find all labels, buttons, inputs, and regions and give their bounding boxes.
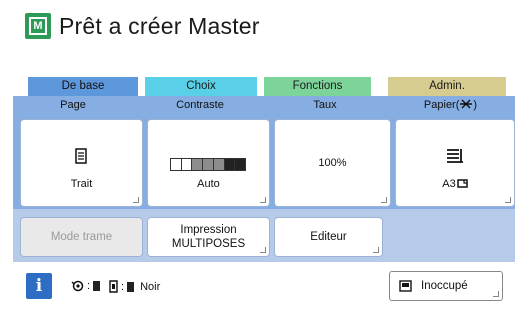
page-value: Trait xyxy=(70,178,93,190)
tab-choix[interactable]: Choix xyxy=(145,77,257,96)
info-button[interactable]: i xyxy=(26,273,52,299)
screen: M Prêt a créer Master De base Choix Fonc… xyxy=(0,0,517,316)
stack-icon xyxy=(447,149,463,163)
tab-de-base[interactable]: De base xyxy=(28,77,138,96)
page-label: Page xyxy=(60,99,86,111)
papier-label-suffix: ) xyxy=(473,99,478,111)
master-icon: M xyxy=(25,13,51,39)
contraste-value: Auto xyxy=(197,178,220,190)
taux-value: 100% xyxy=(318,157,347,169)
taux-label: Taux xyxy=(313,99,337,111)
paper-feed-icon xyxy=(460,99,473,109)
drum-level-icon xyxy=(93,281,101,291)
inoccupe-button[interactable]: Inoccupé xyxy=(389,271,503,301)
ink-level-icon xyxy=(127,281,135,292)
impression-label-line1: Impression xyxy=(180,224,237,236)
settings-panel: Page Contraste Taux Papier() Trait Auto … xyxy=(13,96,515,262)
mode-trame-button[interactable]: Mode trame xyxy=(21,218,142,256)
papier-label: Papier() xyxy=(389,99,512,111)
impression-multiposes-button[interactable]: Impression MULTIPOSES xyxy=(148,218,269,256)
drum-status: : xyxy=(71,280,101,292)
impression-label-line2: MULTIPOSES xyxy=(171,238,246,250)
contrast-scale-icon xyxy=(170,158,246,171)
paper-orientation-icon xyxy=(456,179,468,188)
status-bar: i : : Noir Inoccupé xyxy=(13,262,515,310)
drum-icon xyxy=(71,280,84,292)
page-card[interactable]: Trait xyxy=(21,120,142,206)
inoccupe-label: Inoccupé xyxy=(421,280,468,292)
tab-bar: De base Choix Fonctions Admin. xyxy=(28,77,506,96)
contraste-card[interactable]: Auto xyxy=(148,120,269,206)
editeur-button[interactable]: Editeur xyxy=(275,218,382,256)
settings-panel-top: Page Contraste Taux Papier() Trait Auto … xyxy=(13,96,515,209)
papier-value-row: A3 xyxy=(396,178,514,190)
papier-card[interactable]: A3 xyxy=(396,120,514,206)
monitor-icon xyxy=(399,280,412,292)
document-icon xyxy=(75,148,87,164)
ink-color-label: Noir xyxy=(140,280,161,293)
page-title: Prêt a créer Master xyxy=(59,12,260,39)
taux-card[interactable]: 100% xyxy=(275,120,390,206)
contraste-label: Contraste xyxy=(176,99,224,111)
tab-admin[interactable]: Admin. xyxy=(388,77,506,96)
papier-label-text: Papier( xyxy=(423,99,460,111)
papier-value: A3 xyxy=(442,178,456,190)
ink-cartridge-icon xyxy=(109,280,118,293)
editeur-label: Editeur xyxy=(310,231,347,243)
header: M Prêt a créer Master xyxy=(0,0,517,52)
tab-fonctions[interactable]: Fonctions xyxy=(264,77,371,96)
ink-status: : Noir xyxy=(108,280,160,293)
